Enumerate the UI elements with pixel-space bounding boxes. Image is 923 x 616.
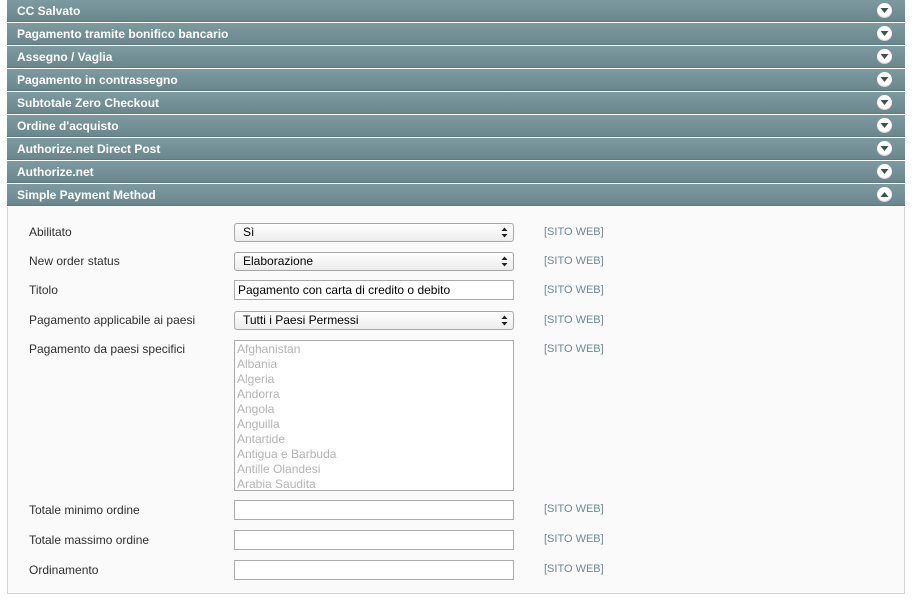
- select-value: Sì: [243, 225, 255, 239]
- min-total-input[interactable]: [234, 500, 514, 520]
- section-title: CC Salvato: [17, 4, 81, 18]
- section-list: CC Salvato Pagamento tramite bonifico ban…: [7, 0, 905, 183]
- updown-arrows-icon: [501, 227, 508, 238]
- specificcountry-multiselect[interactable]: Afghanistan Albania Algeria Andorra Angola An…: [234, 340, 514, 491]
- country-option[interactable]: Andorra: [235, 387, 513, 402]
- chevron-down-circle-icon[interactable]: [877, 3, 892, 18]
- select-value: Tutti i Paesi Permessi: [243, 313, 359, 327]
- updown-arrows-icon: [501, 315, 508, 326]
- simple-payment-method-panel: Abilitato Sì [SITO WEB] New order status…: [7, 207, 905, 594]
- order-status-select[interactable]: Elaborazione: [234, 252, 514, 271]
- allowspecific-select[interactable]: Tutti i Paesi Permessi: [234, 311, 514, 330]
- country-option[interactable]: Angola: [235, 402, 513, 417]
- country-option[interactable]: Albania: [235, 357, 513, 372]
- chevron-down-circle-icon[interactable]: [877, 118, 892, 133]
- section-header[interactable]: Authorize.net: [7, 161, 905, 183]
- payment-methods-config: CC Salvato Pagamento tramite bonifico ban…: [7, 0, 905, 594]
- scope-label: [SITO WEB]: [544, 314, 604, 326]
- section-header[interactable]: Subtotale Zero Checkout: [7, 92, 905, 114]
- field-label: Pagamento applicabile ai paesi: [29, 313, 196, 327]
- section-title: Authorize.net Direct Post: [17, 142, 161, 156]
- section-header[interactable]: Pagamento tramite bonifico bancario: [7, 23, 905, 45]
- section-header-simple-payment-method[interactable]: Simple Payment Method: [7, 184, 905, 206]
- scope-label: [SITO WEB]: [544, 226, 604, 238]
- select-value: Elaborazione: [243, 254, 314, 268]
- chevron-up-circle-icon[interactable]: [877, 187, 892, 202]
- section-title: Ordine d'acquisto: [17, 119, 119, 133]
- scope-label: [SITO WEB]: [544, 343, 604, 355]
- section-header[interactable]: Assegno / Vaglia: [7, 46, 905, 68]
- field-label: Abilitato: [29, 225, 72, 239]
- section-title: Pagamento in contrassegno: [17, 73, 178, 87]
- country-option[interactable]: Arabia Saudita: [235, 477, 513, 490]
- updown-arrows-icon: [501, 256, 508, 267]
- title-input[interactable]: Pagamento con carta di credito o debito: [234, 280, 514, 300]
- field-label: Totale minimo ordine: [29, 503, 140, 517]
- chevron-down-circle-icon[interactable]: [877, 26, 892, 41]
- scope-label: [SITO WEB]: [544, 255, 604, 267]
- field-label: New order status: [29, 254, 120, 268]
- section-title: Subtotale Zero Checkout: [17, 96, 160, 110]
- section-header[interactable]: Ordine d'acquisto: [7, 115, 905, 137]
- country-option[interactable]: Antille Olandesi: [235, 462, 513, 477]
- section-header[interactable]: CC Salvato: [7, 0, 905, 22]
- section-header[interactable]: Pagamento in contrassegno: [7, 69, 905, 91]
- country-option[interactable]: Antigua e Barbuda: [235, 447, 513, 462]
- chevron-down-circle-icon[interactable]: [877, 141, 892, 156]
- country-option[interactable]: Antartide: [235, 432, 513, 447]
- country-option[interactable]: Algeria: [235, 372, 513, 387]
- section-title: Authorize.net: [17, 165, 94, 179]
- enabled-select[interactable]: Sì: [234, 223, 514, 242]
- field-label: Pagamento da paesi specifici: [29, 342, 186, 356]
- scope-label: [SITO WEB]: [544, 563, 604, 575]
- section-title: Simple Payment Method: [17, 188, 156, 202]
- max-total-input[interactable]: [234, 530, 514, 550]
- sort-order-input[interactable]: [234, 560, 514, 580]
- scope-label: [SITO WEB]: [544, 533, 604, 545]
- section-header[interactable]: Authorize.net Direct Post: [7, 138, 905, 160]
- section-title: Assegno / Vaglia: [17, 50, 113, 64]
- scope-label: [SITO WEB]: [544, 503, 604, 515]
- country-option[interactable]: Anguilla: [235, 417, 513, 432]
- country-option[interactable]: Afghanistan: [235, 342, 513, 357]
- field-label: Totale massimo ordine: [29, 533, 150, 547]
- chevron-down-circle-icon[interactable]: [877, 95, 892, 110]
- chevron-down-circle-icon[interactable]: [877, 72, 892, 87]
- section-title: Pagamento tramite bonifico bancario: [17, 27, 229, 41]
- chevron-down-circle-icon[interactable]: [877, 49, 892, 64]
- chevron-down-circle-icon[interactable]: [877, 164, 892, 179]
- field-label: Ordinamento: [29, 563, 99, 577]
- field-label: Titolo: [29, 283, 58, 297]
- scope-label: [SITO WEB]: [544, 284, 604, 296]
